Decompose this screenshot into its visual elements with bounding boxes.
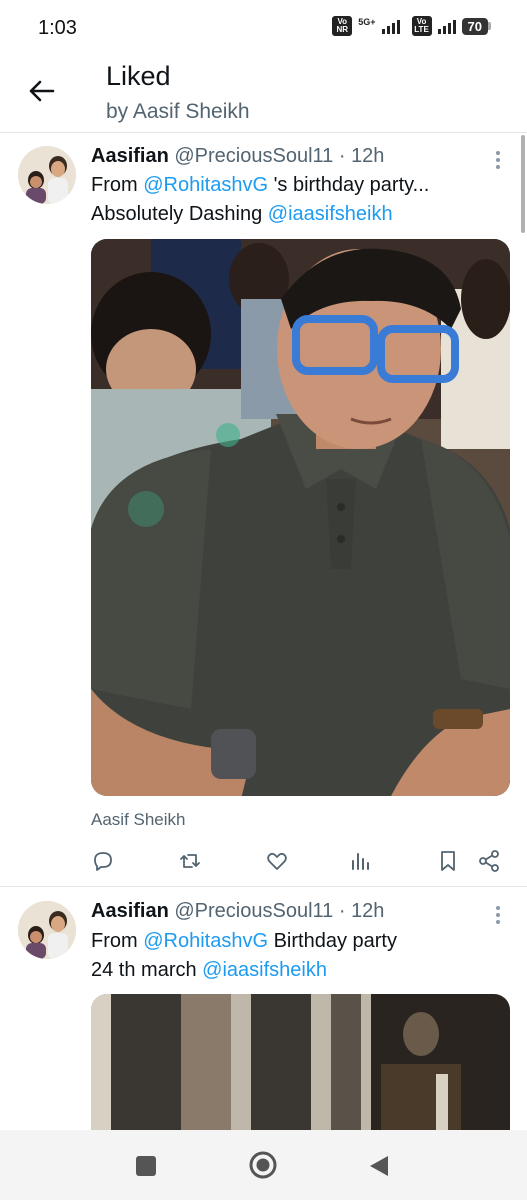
mention-link[interactable]: @iaasifsheikh: [202, 959, 327, 981]
display-name[interactable]: Aasifian: [91, 145, 169, 167]
more-options-icon[interactable]: [495, 906, 501, 928]
battery-icon: 70: [461, 17, 491, 35]
like-icon[interactable]: [265, 849, 289, 873]
recent-apps-button[interactable]: [136, 1156, 156, 1176]
vonr-icon: Vo NR: [332, 16, 353, 36]
display-name[interactable]: Aasifian: [91, 900, 169, 922]
mention-link[interactable]: @RohitashvG: [143, 174, 268, 196]
tweet-photo[interactable]: [91, 994, 510, 1144]
share-icon[interactable]: [477, 849, 501, 873]
signal-icon: [381, 18, 400, 34]
status-bar: 1:03 Vo NR 5G+ Vo LTE 70: [0, 0, 527, 58]
timestamp[interactable]: 12h: [351, 145, 384, 167]
page-header: Liked by Aasif Sheikh: [0, 58, 527, 132]
photo-image: [91, 239, 510, 796]
mention-link[interactable]: @iaasifsheikh: [268, 203, 393, 225]
avatar[interactable]: [18, 901, 76, 959]
tweet-header: Aasifian @PreciousSoul11 · 12h: [91, 145, 385, 167]
tweet-photo[interactable]: [91, 239, 510, 796]
more-options-icon[interactable]: [495, 151, 501, 173]
tweet-text: From @RohitashvG 's birthday party... Ab…: [91, 174, 430, 225]
status-icons: Vo NR 5G+ Vo LTE 70: [332, 16, 491, 36]
tweet-text: From @RohitashvG Birthday party 24 th ma…: [91, 930, 397, 981]
timestamp[interactable]: 12h: [351, 900, 384, 922]
tweet[interactable]: Aasifian @PreciousSoul11 · 12h From @Roh…: [0, 887, 527, 1144]
photo-tag-label[interactable]: Aasif Sheikh: [91, 810, 186, 830]
network-type: 5G+: [358, 17, 376, 27]
retweet-icon[interactable]: [178, 849, 202, 873]
page-subtitle: by Aasif Sheikh: [106, 100, 250, 123]
avatar[interactable]: [18, 146, 76, 204]
bookmark-icon[interactable]: [436, 849, 460, 873]
back-arrow-icon[interactable]: [26, 76, 56, 106]
handle[interactable]: @PreciousSoul11: [174, 145, 333, 167]
page-title: Liked: [106, 61, 171, 91]
home-button[interactable]: [248, 1150, 278, 1180]
tweet-actions: [91, 849, 501, 875]
handle[interactable]: @PreciousSoul11: [174, 900, 333, 922]
tweet[interactable]: Aasifian @PreciousSoul11 · 12h From @Roh…: [0, 133, 527, 885]
battery-level: 70: [461, 17, 488, 35]
mention-link[interactable]: @RohitashvG: [143, 930, 268, 952]
volte-icon: Vo LTE: [411, 16, 432, 36]
views-icon[interactable]: [348, 849, 372, 873]
system-back-button[interactable]: [368, 1154, 390, 1178]
signal-icon-2: [437, 18, 456, 34]
system-nav-bar: [0, 1130, 527, 1200]
photo-image: [91, 994, 510, 1144]
tweet-header: Aasifian @PreciousSoul11 · 12h: [91, 900, 385, 922]
reply-icon[interactable]: [91, 849, 115, 873]
status-time: 1:03: [38, 17, 77, 39]
